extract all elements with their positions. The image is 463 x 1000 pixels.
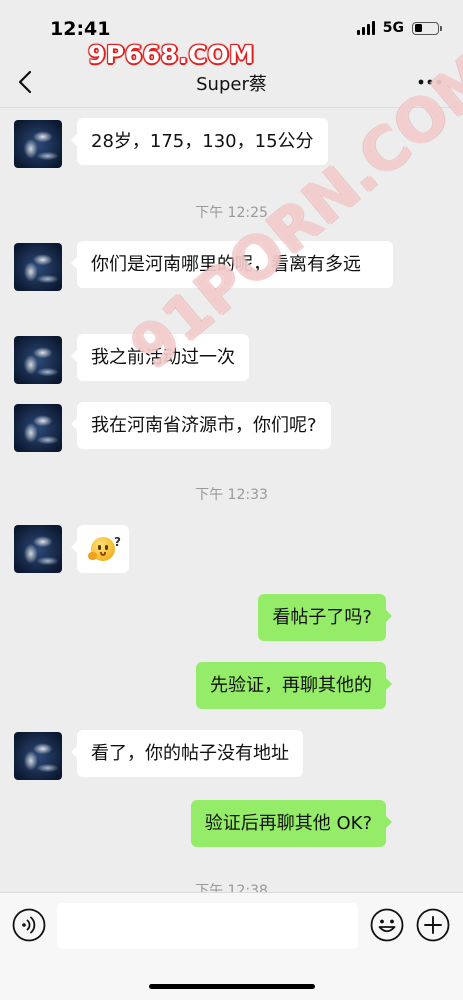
network-type: 5G xyxy=(382,20,404,36)
voice-icon[interactable] xyxy=(12,908,46,942)
message-input[interactable] xyxy=(57,903,358,949)
timestamp: 下午 12:38 xyxy=(195,883,268,892)
chat-title: Super蔡 xyxy=(196,74,267,95)
timestamp: 下午 12:25 xyxy=(195,205,268,221)
avatar[interactable] xyxy=(14,120,62,168)
message-bubble-outgoing[interactable]: 先验证，再聊其他的 xyxy=(196,662,392,709)
avatar[interactable] xyxy=(14,404,62,452)
avatar[interactable] xyxy=(14,243,62,291)
avatar[interactable] xyxy=(14,732,62,780)
chat-area[interactable]: 28岁，175，130，15公分 下午 12:25 你们是河南哪里的呢，看离有多… xyxy=(0,108,463,892)
message-bubble-outgoing[interactable]: 看帖子了吗? xyxy=(258,594,392,641)
battery-icon xyxy=(412,21,442,35)
smiley-icon[interactable] xyxy=(370,908,404,942)
home-indicator[interactable] xyxy=(149,984,315,989)
message-bubble-incoming[interactable]: 我在河南省济源市，你们呢? xyxy=(71,402,331,449)
watermark-top: 9P668.COM xyxy=(88,40,255,69)
avatar[interactable] xyxy=(14,336,62,384)
timestamp: 下午 12:33 xyxy=(195,487,268,503)
status-time: 12:41 xyxy=(50,18,111,40)
message-bubble-incoming[interactable]: ? xyxy=(71,525,129,573)
plus-circle-icon[interactable] xyxy=(416,908,450,942)
message-bubble-incoming[interactable]: 看了，你的帖子没有地址 xyxy=(71,730,303,777)
signal-icon xyxy=(356,21,375,35)
avatar[interactable] xyxy=(14,525,62,573)
status-indicators: 5G xyxy=(356,20,442,36)
message-bubble-incoming[interactable]: 28岁，175，130，15公分 xyxy=(71,118,328,165)
thinking-face-emoji: ? xyxy=(88,535,121,561)
message-bubble-outgoing[interactable]: 验证后再聊其他 OK? xyxy=(190,800,393,847)
